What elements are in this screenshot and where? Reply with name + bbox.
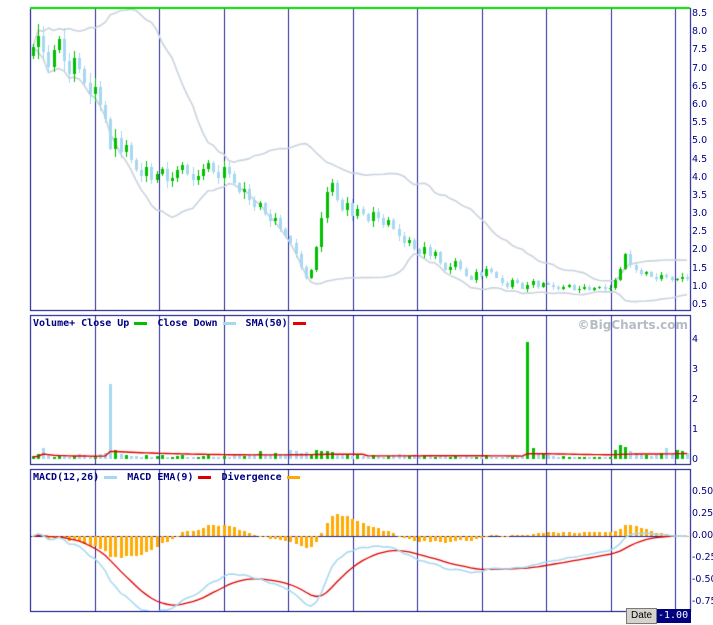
chart-canvas[interactable]: [0, 0, 713, 625]
bigcharts-chart: 8.5 8.0 7.5 7.0 6.5 6.0 5.5 5.0 4.5 4.0 3.5 3.0 2.5 2…: [0, 0, 713, 625]
